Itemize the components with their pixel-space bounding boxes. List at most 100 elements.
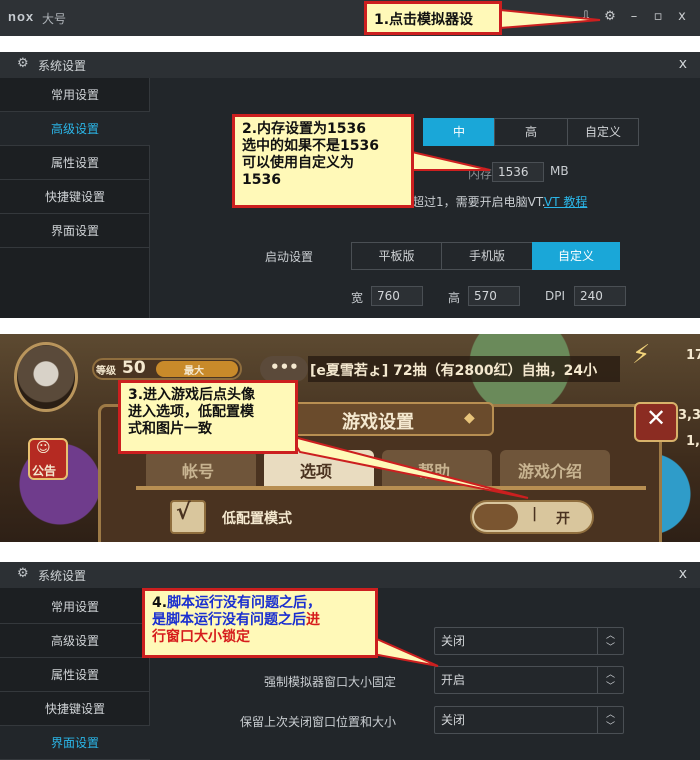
- option-select-1[interactable]: 关闭 ︿ ﹀: [434, 627, 624, 655]
- select-value: 关闭: [441, 634, 466, 648]
- level-label: 等级: [96, 366, 116, 377]
- minimize-icon[interactable]: –: [626, 8, 642, 26]
- dpi-label: DPI: [545, 289, 566, 303]
- callout-step4-line2-text: 是脚本运行没有问题之后: [152, 612, 306, 628]
- down-icon[interactable]: ⇩: [578, 8, 594, 26]
- callout-step3-line3: 式和图片一致: [128, 421, 212, 437]
- keep-window-position-label: 保留上次关闭窗口位置和大小: [240, 715, 397, 729]
- perf-medium-segment[interactable]: 中: [423, 118, 495, 146]
- chevron-updown-icon: ︿ ﹀: [597, 707, 623, 733]
- settings-sidebar: 常用设置 高级设置 属性设置 快捷键设置 界面设置: [0, 588, 150, 760]
- callout-step2-line2: 选中的如果不是1536: [242, 138, 379, 154]
- settings-titlebar: ⚙ 系统设置 x: [0, 52, 700, 78]
- player-avatar[interactable]: [14, 342, 78, 412]
- app-name: 大号: [42, 12, 67, 26]
- toggle-divider: |: [532, 506, 538, 522]
- chevron-updown-icon: ︿ ﹀: [597, 667, 623, 693]
- fixed-window-size-select[interactable]: 开启 ︿ ﹀: [434, 666, 624, 694]
- dialog-title: 游戏设置: [342, 412, 414, 433]
- side-number: 3,3: [678, 408, 700, 423]
- fixed-window-size-label: 强制模拟器窗口大小固定: [264, 675, 397, 689]
- callout-step2-line4: 1536: [242, 172, 281, 188]
- maximize-icon[interactable]: ▫: [650, 8, 666, 26]
- boot-settings-label: 启动设置: [265, 250, 314, 264]
- diamond-icon: ◆: [464, 410, 475, 426]
- close-icon[interactable]: x: [679, 56, 687, 72]
- width-field[interactable]: 760: [371, 286, 423, 306]
- chevron-updown-icon: ︿ ﹀: [597, 628, 623, 654]
- height-field[interactable]: 570: [468, 286, 520, 306]
- close-icon: ✕: [646, 404, 667, 432]
- tab-divider: [136, 486, 646, 490]
- sidebar-item-properties[interactable]: 属性设置: [0, 658, 150, 692]
- gear-icon: ⚙: [17, 56, 29, 71]
- memory-field[interactable]: 1536: [492, 162, 544, 182]
- notice-icon: ☺: [36, 440, 51, 456]
- chat-message: [e夏雪若ょ] 72抽（有2800红）自抽，24小: [310, 363, 598, 379]
- callout-step2: 2.内存设置为1536 选中的如果不是1536 可以使用自定义为 1536: [232, 114, 414, 208]
- tab-help-label: 帮助: [418, 462, 451, 481]
- low-mode-label: 低配置模式: [222, 511, 292, 527]
- sidebar-item-advanced[interactable]: 高级设置: [0, 624, 150, 658]
- height-label: 高: [448, 291, 461, 305]
- boot-custom-segment[interactable]: 自定义: [532, 242, 620, 270]
- settings-title: 系统设置: [38, 59, 87, 73]
- boot-tablet-segment[interactable]: 平板版: [351, 242, 442, 270]
- callout-step4-line2: 是脚本运行没有问题之后进: [152, 612, 368, 629]
- vt-tutorial-link[interactable]: VT 教程: [544, 193, 587, 210]
- boot-phone-segment[interactable]: 手机版: [441, 242, 533, 270]
- lightning-icon: ⚡: [632, 340, 651, 370]
- emulator-titlebar: nox 大号 ⇩ ⚙ – ▫ x: [0, 0, 700, 36]
- sidebar-item-general[interactable]: 常用设置: [0, 590, 150, 624]
- callout-step2-line1: 2.内存设置为1536: [242, 121, 367, 137]
- callout-step4-line2-red: 进: [306, 612, 320, 628]
- settings-title: 系统设置: [38, 569, 87, 583]
- toggle-knob: [474, 504, 518, 530]
- vt-hint: 超过1，需要开启电脑VT.: [412, 195, 546, 209]
- tab-account-label: 帐号: [182, 462, 215, 481]
- select-value: 关闭: [441, 713, 466, 727]
- sidebar-item-shortcuts[interactable]: 快捷键设置: [0, 180, 150, 214]
- settings-titlebar: ⚙ 系统设置 x: [0, 562, 700, 588]
- width-label: 宽: [351, 291, 364, 305]
- callout-step4-line1-text: 脚本运行没有问题之后，: [167, 595, 322, 611]
- sidebar-item-properties[interactable]: 属性设置: [0, 146, 150, 180]
- close-icon[interactable]: x: [674, 8, 690, 26]
- keep-window-position-select[interactable]: 关闭 ︿ ﹀: [434, 706, 624, 734]
- memory-label: 内存: [468, 167, 493, 181]
- chat-icon: •••: [270, 358, 299, 376]
- callout-step4-number: 4.: [152, 595, 168, 611]
- callout-step2-line3: 可以使用自定义为: [242, 155, 354, 171]
- side-number: 17: [686, 348, 700, 363]
- toggle-on-label: 开: [556, 511, 570, 527]
- callout-step3: 3.进入游戏后点头像 进入选项，低配置模 式和图片一致: [118, 380, 298, 454]
- select-value: 开启: [441, 673, 466, 687]
- nox-logo: nox: [8, 9, 35, 24]
- max-label: 最大: [184, 366, 204, 377]
- gear-icon[interactable]: ⚙: [602, 8, 618, 26]
- perf-custom-segment[interactable]: 自定义: [567, 118, 639, 146]
- dpi-field[interactable]: 240: [574, 286, 626, 306]
- memory-unit: MB: [550, 164, 569, 178]
- close-icon[interactable]: x: [679, 566, 687, 582]
- tab-options-label: 选项: [300, 462, 333, 481]
- checkmark-icon: √: [176, 500, 191, 525]
- callout-step3-line1: 3.进入游戏后点头像: [128, 387, 256, 403]
- sidebar-item-interface[interactable]: 界面设置: [0, 214, 150, 248]
- sidebar-item-advanced[interactable]: 高级设置: [0, 112, 150, 146]
- gear-icon: ⚙: [17, 566, 29, 581]
- notice-label: 公告: [32, 464, 57, 478]
- sidebar-item-shortcuts[interactable]: 快捷键设置: [0, 692, 150, 726]
- perf-high-segment[interactable]: 高: [494, 118, 568, 146]
- sidebar-item-interface[interactable]: 界面设置: [0, 726, 150, 760]
- callout-step4: 4.脚本运行没有问题之后， 是脚本运行没有问题之后进 行窗口大小锁定: [142, 588, 378, 658]
- level-value: 50: [122, 358, 146, 378]
- callout-step1: 1.点击模拟器设: [364, 1, 502, 35]
- settings-sidebar: 常用设置 高级设置 属性设置 快捷键设置 界面设置: [0, 78, 150, 318]
- game-screenshot: 等级 50 最大 ••• [e夏雪若ょ] 72抽（有2800红）自抽，24小 1…: [0, 334, 700, 542]
- sidebar-item-general[interactable]: 常用设置: [0, 78, 150, 112]
- tab-game-intro-label: 游戏介绍: [518, 462, 583, 481]
- side-number: 1,: [686, 434, 700, 449]
- callout-step3-line2: 进入选项，低配置模: [128, 404, 254, 420]
- callout-step4-line3: 行窗口大小锁定: [152, 629, 250, 645]
